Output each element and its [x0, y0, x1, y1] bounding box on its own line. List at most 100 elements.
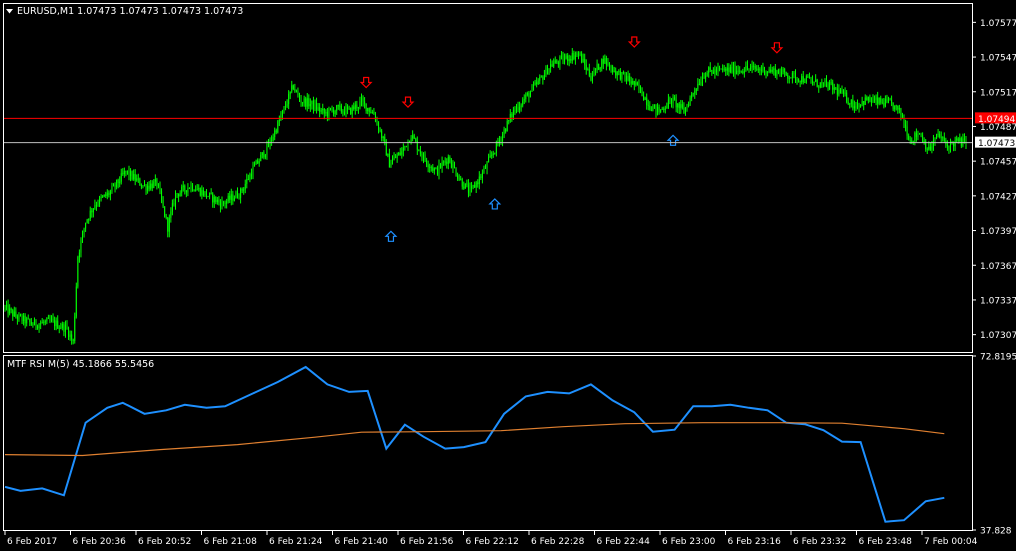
candle-body — [489, 155, 491, 158]
candle-body — [229, 195, 231, 200]
candle-body — [705, 75, 707, 79]
candle-body — [106, 192, 108, 196]
candle-body — [330, 108, 331, 110]
candle-body — [533, 84, 535, 87]
candle-body — [193, 190, 195, 192]
candle-body — [359, 101, 361, 108]
candle-body — [418, 149, 420, 152]
candle-body — [522, 100, 524, 106]
candle-body — [424, 154, 426, 161]
candle-body — [235, 192, 237, 199]
candle-body — [832, 82, 834, 90]
candle-body — [227, 195, 229, 202]
chart-window[interactable]: 1.075771.075471.075171.074871.074571.074… — [0, 0, 1016, 551]
candle-body — [100, 197, 102, 199]
candle-body — [698, 83, 700, 85]
candle-body — [680, 104, 682, 109]
candle-body — [447, 156, 449, 164]
candle-body — [153, 181, 155, 188]
candle-body — [838, 89, 840, 95]
candle-body — [317, 107, 319, 110]
indicator-label: MTF RSI M(5) 45.1866 55.5456 — [7, 359, 154, 370]
candle-body — [272, 136, 274, 141]
candle-body — [753, 65, 755, 67]
candle-body — [939, 134, 941, 137]
candle-body — [573, 53, 575, 60]
candle-body — [619, 71, 621, 80]
candle-body — [308, 98, 310, 107]
time-tick-label: 6 Feb 22:12 — [466, 537, 519, 547]
candle-body — [506, 121, 508, 132]
candle-body — [638, 84, 640, 89]
candle-body — [596, 63, 598, 70]
candle-body — [37, 326, 39, 329]
candle-body — [478, 176, 480, 185]
candle-body — [554, 60, 556, 64]
candle-body — [24, 315, 26, 324]
candle-body — [777, 70, 779, 73]
candle-body — [278, 120, 280, 122]
candle-body — [663, 108, 665, 110]
candle-body — [892, 102, 894, 110]
candle-body — [881, 102, 883, 104]
candle-body — [162, 200, 164, 207]
candle-body — [810, 78, 812, 81]
candle-body — [463, 186, 465, 189]
candle-body — [209, 192, 211, 197]
candle-body — [215, 196, 217, 203]
price-tick-label: 1.07547 — [980, 54, 1016, 64]
candle-body — [888, 99, 889, 102]
candle-body — [63, 323, 65, 333]
candle-body — [336, 105, 338, 111]
candle-body — [485, 167, 486, 169]
candle-body — [299, 95, 300, 101]
candle-body — [314, 103, 316, 110]
candle-body — [782, 69, 784, 73]
price-tick-label: 1.07457 — [980, 158, 1016, 168]
candle-body — [440, 164, 442, 168]
candle-body — [319, 107, 321, 112]
candle-body — [376, 120, 378, 123]
candle-body — [537, 80, 539, 84]
candle-body — [188, 188, 190, 189]
candle-body — [223, 201, 225, 204]
candle-body — [748, 68, 750, 70]
rsi-tick-label: 72.8195 — [980, 353, 1016, 363]
candle-body — [609, 62, 610, 68]
candle-body — [295, 90, 297, 92]
candle-body — [816, 79, 818, 87]
candle-body — [436, 168, 438, 175]
candle-body — [27, 318, 29, 320]
candle-body — [255, 160, 257, 165]
candle-body — [423, 154, 424, 158]
candle-body — [963, 138, 965, 140]
candle-body — [508, 119, 510, 122]
candle-body — [802, 76, 804, 83]
candle-body — [691, 94, 693, 98]
candle-body — [316, 103, 318, 110]
candle-body — [734, 65, 736, 75]
candle-body — [846, 92, 848, 102]
candle-body — [58, 327, 60, 329]
candle-body — [221, 201, 223, 208]
candle-body — [449, 156, 451, 163]
candle-body — [467, 184, 469, 193]
candle-body — [700, 81, 702, 85]
candle-body — [474, 185, 476, 188]
candle-body — [675, 99, 677, 108]
candle-body — [291, 85, 293, 92]
candle-body — [548, 68, 550, 75]
candle-body — [767, 71, 769, 73]
candle-body — [370, 111, 372, 113]
candle-body — [103, 194, 105, 197]
time-tick-label: 6 Feb 21:08 — [204, 537, 258, 547]
candle-body — [540, 76, 542, 78]
candle-body — [959, 138, 961, 141]
candle-body — [940, 136, 942, 138]
candle-body — [393, 157, 395, 160]
candle-body — [932, 140, 934, 147]
price-tick-label: 1.07397 — [980, 227, 1016, 237]
candle-body — [560, 56, 562, 57]
candle-body — [525, 94, 527, 100]
candle-body — [804, 82, 806, 84]
